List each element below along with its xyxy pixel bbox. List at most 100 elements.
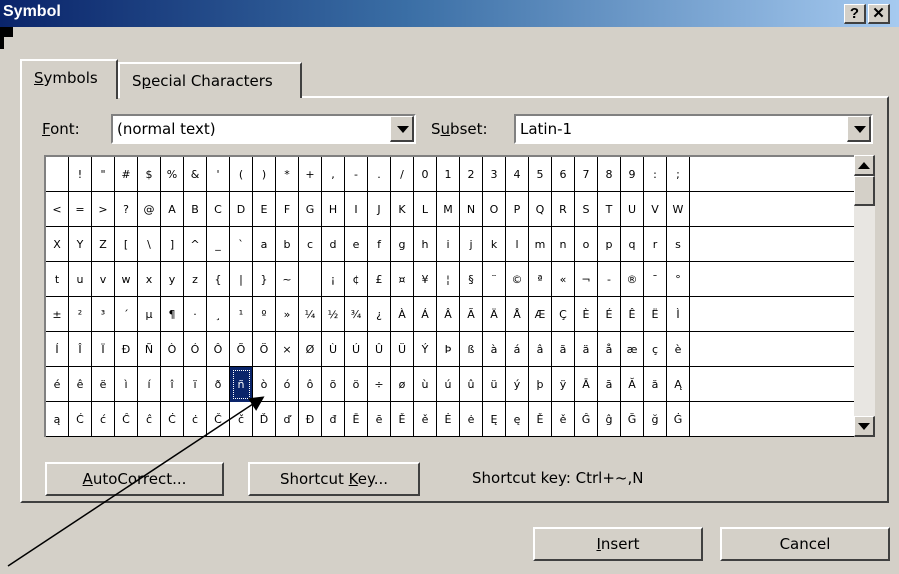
symbol-cell[interactable]: f xyxy=(368,227,391,262)
symbol-cell[interactable]: Ã xyxy=(460,297,483,332)
symbol-cell[interactable]: C xyxy=(207,192,230,227)
subset-combo[interactable]: Latin-1 xyxy=(514,114,873,144)
symbol-cell[interactable]: þ xyxy=(529,367,552,402)
symbol-cell[interactable]: º xyxy=(253,297,276,332)
symbol-cell[interactable]: ã xyxy=(552,332,575,367)
symbol-cell[interactable]: K xyxy=(391,192,414,227)
symbol-cell[interactable]: Ā xyxy=(575,367,598,402)
symbol-cell[interactable]: d xyxy=(322,227,345,262)
symbol-cell[interactable]: 2 xyxy=(460,157,483,192)
symbol-cell[interactable]: ¦ xyxy=(437,262,460,297)
symbol-cell[interactable]: > xyxy=(92,192,115,227)
symbol-cell[interactable]: Ė xyxy=(437,402,460,437)
symbol-cell[interactable]: ] xyxy=(161,227,184,262)
symbol-cell[interactable]: è xyxy=(667,332,690,367)
symbol-cell[interactable]: x xyxy=(138,262,161,297)
symbol-cell[interactable]: Ë xyxy=(644,297,667,332)
symbol-cell[interactable]: ē xyxy=(368,402,391,437)
symbol-cell[interactable]: } xyxy=(253,262,276,297)
symbol-cell[interactable]: Ä xyxy=(483,297,506,332)
symbol-cell[interactable]: < xyxy=(46,192,69,227)
symbol-cell[interactable]: Ù xyxy=(322,332,345,367)
symbol-cell[interactable]: × xyxy=(276,332,299,367)
symbol-cell[interactable]: ¹ xyxy=(230,297,253,332)
symbol-cell[interactable]: ĝ xyxy=(598,402,621,437)
symbol-cell[interactable]: ¤ xyxy=(391,262,414,297)
symbol-cell[interactable]: õ xyxy=(322,367,345,402)
symbol-grid[interactable]: ! " # $% & '() * +, -./0 1 2 3 4 5 6 7 8 9:; < = >? @ A B C D E F G H… xyxy=(44,155,854,437)
symbol-cell[interactable]: Ý xyxy=(414,332,437,367)
symbol-cell[interactable]: Ï xyxy=(92,332,115,367)
symbol-cell[interactable]: ¸ xyxy=(207,297,230,332)
symbol-cell[interactable]: T xyxy=(598,192,621,227)
symbol-cell[interactable] xyxy=(299,262,322,297)
symbol-cell[interactable]: | xyxy=(230,262,253,297)
symbol-cell[interactable]: z xyxy=(184,262,207,297)
symbol-cell[interactable]: Ċ xyxy=(161,402,184,437)
symbol-cell[interactable]: ° xyxy=(667,262,690,297)
symbol-cell[interactable]: Ě xyxy=(529,402,552,437)
symbol-cell[interactable]: ß xyxy=(460,332,483,367)
symbol-cell[interactable]: - xyxy=(345,157,368,192)
symbol-cell[interactable]: c xyxy=(299,227,322,262)
symbol-cell[interactable]: s xyxy=(667,227,690,262)
symbol-cell[interactable]: F xyxy=(276,192,299,227)
help-button[interactable]: ? xyxy=(844,4,866,24)
symbol-cell[interactable]: ¾ xyxy=(345,297,368,332)
symbol-cell[interactable]: P xyxy=(506,192,529,227)
symbol-cell[interactable]: ¨ xyxy=(483,262,506,297)
symbol-cell[interactable]: Ì xyxy=(667,297,690,332)
symbol-cell[interactable]: ë xyxy=(92,367,115,402)
symbol-cell[interactable]: ¬ xyxy=(575,262,598,297)
symbol-cell[interactable]: ò xyxy=(253,367,276,402)
symbol-cell[interactable]: 9 xyxy=(621,157,644,192)
symbol-cell[interactable]: 1 xyxy=(437,157,460,192)
symbol-cell[interactable]: À xyxy=(391,297,414,332)
symbol-cell[interactable]: q xyxy=(621,227,644,262)
symbol-cell[interactable]: r xyxy=(644,227,667,262)
symbol-cell[interactable]: ď xyxy=(276,402,299,437)
symbol-cell[interactable]: 8 xyxy=(598,157,621,192)
symbol-cell[interactable]: È xyxy=(575,297,598,332)
tab-symbols[interactable]: Symbols xyxy=(20,59,118,99)
symbol-cell[interactable]: µ xyxy=(138,297,161,332)
symbol-cell[interactable]: Y xyxy=(69,227,92,262)
symbol-cell[interactable]: ¥ xyxy=(414,262,437,297)
symbol-cell[interactable]: Ġ xyxy=(667,402,690,437)
symbol-cell[interactable]: W xyxy=(667,192,690,227)
symbol-cell[interactable]: B xyxy=(184,192,207,227)
symbol-cell[interactable]: Õ xyxy=(230,332,253,367)
symbol-cell[interactable]: p xyxy=(598,227,621,262)
symbol-cell[interactable]: / xyxy=(391,157,414,192)
symbol-cell[interactable]: t xyxy=(46,262,69,297)
symbol-cell[interactable]: ĉ xyxy=(138,402,161,437)
symbol-cell[interactable]: ě xyxy=(552,402,575,437)
symbol-cell[interactable]: ć xyxy=(92,402,115,437)
symbol-cell[interactable]: k xyxy=(483,227,506,262)
symbol-cell[interactable]: - xyxy=(598,262,621,297)
symbol-cell[interactable]: ė xyxy=(460,402,483,437)
symbol-cell[interactable]: & xyxy=(184,157,207,192)
symbol-cell[interactable]: Ê xyxy=(621,297,644,332)
symbol-cell[interactable]: + xyxy=(299,157,322,192)
symbol-cell[interactable]: 3 xyxy=(483,157,506,192)
symbol-cell[interactable]: ª xyxy=(529,262,552,297)
symbol-cell[interactable]: I xyxy=(345,192,368,227)
symbol-cell[interactable]: ì xyxy=(115,367,138,402)
symbol-cell[interactable]: ö xyxy=(345,367,368,402)
symbol-cell[interactable]: J xyxy=(368,192,391,227)
symbol-cell[interactable]: l xyxy=(506,227,529,262)
symbol-cell[interactable]: Ć xyxy=(69,402,92,437)
symbol-cell[interactable]: í xyxy=(138,367,161,402)
symbol-cell[interactable]: ù xyxy=(414,367,437,402)
symbol-cell[interactable]: Ü xyxy=(391,332,414,367)
symbol-cell[interactable]: ï xyxy=(184,367,207,402)
symbol-cell[interactable]: ÿ xyxy=(552,367,575,402)
symbol-cell[interactable]: w xyxy=(115,262,138,297)
symbol-cell[interactable]: ę xyxy=(506,402,529,437)
symbol-cell[interactable]: Ĉ xyxy=(115,402,138,437)
symbol-cell[interactable]: ô xyxy=(299,367,322,402)
symbol-cell[interactable]: e xyxy=(345,227,368,262)
symbol-cell[interactable]: Ď xyxy=(253,402,276,437)
symbol-cell[interactable]: ¡ xyxy=(322,262,345,297)
